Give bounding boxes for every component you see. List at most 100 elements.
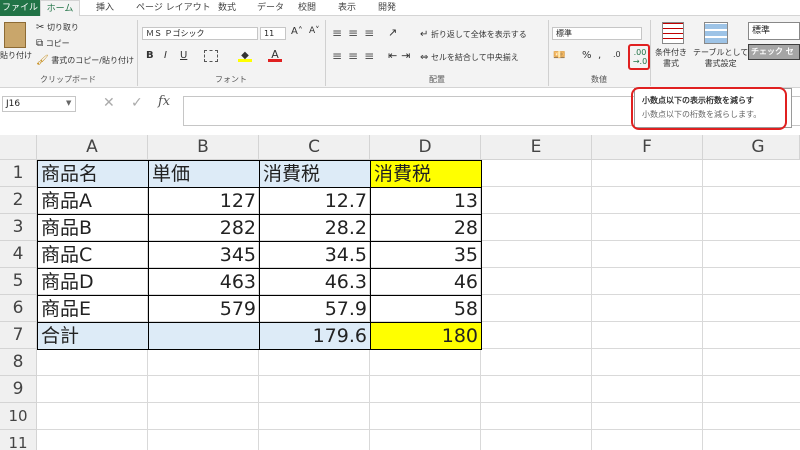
cell-b2[interactable]: 127 [148, 187, 260, 215]
column-header-d[interactable]: D [370, 135, 481, 160]
underline-button[interactable]: U [180, 50, 187, 61]
percent-button[interactable]: % [582, 50, 592, 61]
decrease-font-icon[interactable]: A˅ [309, 26, 320, 36]
cell-a1[interactable]: 商品名 [37, 160, 149, 188]
clipboard-group-label: クリップボード [40, 75, 96, 84]
cell-b6[interactable]: 579 [148, 295, 260, 323]
cell-c6[interactable]: 57.9 [259, 295, 371, 323]
alignment-group-label: 配置 [429, 75, 445, 84]
tab-review[interactable]: 校閲 [298, 0, 316, 16]
vertical-align-icons[interactable]: ≡≡≡ [332, 26, 380, 40]
font-color-icon[interactable]: A [268, 48, 282, 62]
cell-d5[interactable]: 46 [370, 268, 482, 296]
merge-center-button[interactable]: ⇔ セルを結合して中央揃え [420, 52, 519, 63]
cut-button[interactable]: ✂ 切り取り [36, 22, 79, 33]
cell-d1[interactable]: 消費税 [370, 160, 482, 188]
tab-page-layout[interactable]: ページ レイアウト [136, 0, 211, 16]
brush-icon: 🖌 [36, 55, 49, 66]
row-header-1[interactable]: 1 [0, 160, 37, 187]
cell-a6[interactable]: 商品E [37, 295, 149, 323]
cell-c1[interactable]: 消費税 [259, 160, 371, 188]
callout-highlight-tooltip [631, 87, 787, 130]
horizontal-align-icons[interactable]: ≡≡≡ [332, 49, 380, 63]
tab-view[interactable]: 表示 [338, 0, 356, 16]
row-header-3[interactable]: 3 [0, 214, 37, 241]
cell-a5[interactable]: 商品D [37, 268, 149, 296]
cell-a4[interactable]: 商品C [37, 241, 149, 269]
cell-c4[interactable]: 34.5 [259, 241, 371, 269]
format-painter-button[interactable]: 🖌 書式のコピー/貼り付け [36, 55, 134, 66]
cell-b4[interactable]: 345 [148, 241, 260, 269]
paste-button[interactable]: 貼り付け [0, 50, 32, 61]
row-header-4[interactable]: 4 [0, 241, 37, 268]
comma-button[interactable]: , [598, 50, 601, 61]
style-normal[interactable]: 標準 [748, 22, 800, 40]
bold-button[interactable]: B [146, 50, 154, 61]
cell-b5[interactable]: 463 [148, 268, 260, 296]
select-all-corner[interactable] [0, 135, 37, 160]
column-header-f[interactable]: F [592, 135, 703, 160]
border-icon[interactable] [204, 50, 218, 62]
fill-color-icon[interactable]: ◆ [238, 50, 252, 62]
row-header-2[interactable]: 2 [0, 187, 37, 214]
row-header-8[interactable]: 8 [0, 349, 37, 376]
italic-button[interactable]: I [164, 50, 167, 61]
currency-icon[interactable]: 💴 [553, 50, 565, 61]
wrap-icon: ↵ [420, 29, 429, 40]
row-header-10[interactable]: 10 [0, 403, 37, 430]
tab-data[interactable]: データ [257, 0, 284, 16]
format-painter-label: 書式のコピー/貼り付け [51, 56, 134, 65]
tab-insert[interactable]: 挿入 [96, 0, 114, 16]
row-header-6[interactable]: 6 [0, 295, 37, 322]
font-name-select[interactable]: ＭＳ Ｐゴシック [142, 27, 258, 40]
insert-function-button[interactable]: fx [158, 94, 170, 109]
cell-c2[interactable]: 12.7 [259, 187, 371, 215]
cell-a7[interactable]: 合計 [37, 322, 149, 350]
conditional-format-button[interactable]: 条件付き 書式 [655, 47, 687, 69]
cell-c5[interactable]: 46.3 [259, 268, 371, 296]
cell-c7[interactable]: 179.6 [259, 322, 371, 350]
cell-d3[interactable]: 28 [370, 214, 482, 242]
cell-b1[interactable]: 単価 [148, 160, 260, 188]
row-header-9[interactable]: 9 [0, 376, 37, 403]
cell-a2[interactable]: 商品A [37, 187, 149, 215]
name-box[interactable]: J16 [2, 96, 76, 112]
font-size-select[interactable]: 11 [260, 27, 286, 40]
row-header-7[interactable]: 7 [0, 322, 37, 349]
cell-d2[interactable]: 13 [370, 187, 482, 215]
cancel-icon[interactable]: ✕ [103, 95, 115, 111]
indent-icons[interactable]: ⇤⇥ [388, 49, 414, 62]
orientation-icon[interactable]: ↗ [388, 26, 397, 39]
increase-decimal-icon[interactable]: .0 [613, 50, 621, 59]
tab-formulas[interactable]: 数式 [218, 0, 236, 16]
column-header-a[interactable]: A [37, 135, 148, 160]
cell-a3[interactable]: 商品B [37, 214, 149, 242]
format-as-table-button[interactable]: テーブルとして 書式設定 [693, 47, 748, 69]
increase-font-icon[interactable]: A˄ [291, 26, 303, 37]
column-header-c[interactable]: C [259, 135, 370, 160]
cell-d7[interactable]: 180 [370, 322, 482, 350]
cell-b7[interactable] [148, 322, 260, 350]
cell-c3[interactable]: 28.2 [259, 214, 371, 242]
column-header-b[interactable]: B [148, 135, 259, 160]
column-header-e[interactable]: E [481, 135, 592, 160]
cell-b3[interactable]: 282 [148, 214, 260, 242]
cell-d4[interactable]: 35 [370, 241, 482, 269]
style-check-cell[interactable]: チェック セ [748, 44, 800, 60]
merge-icon: ⇔ [420, 52, 429, 63]
row-header-5[interactable]: 5 [0, 268, 37, 295]
column-header-g[interactable]: G [703, 135, 800, 160]
font-group-label: フォント [215, 75, 247, 84]
wrap-text-button[interactable]: ↵ 折り返して全体を表示する [420, 29, 527, 40]
enter-icon[interactable]: ✓ [131, 95, 143, 111]
number-format-select[interactable]: 標準 [552, 27, 642, 40]
row-header-11[interactable]: 11 [0, 430, 37, 450]
namebox-dropdown-icon[interactable]: ▼ [66, 99, 71, 107]
copy-button[interactable]: ⧉ コピー [36, 38, 70, 49]
callout-highlight-button [628, 44, 650, 70]
cell-d6[interactable]: 58 [370, 295, 482, 323]
tab-file[interactable]: ファイル [0, 0, 40, 16]
tab-developer[interactable]: 開発 [378, 0, 396, 16]
tab-home[interactable]: ホーム [40, 0, 80, 17]
scissors-icon: ✂ [36, 22, 45, 33]
